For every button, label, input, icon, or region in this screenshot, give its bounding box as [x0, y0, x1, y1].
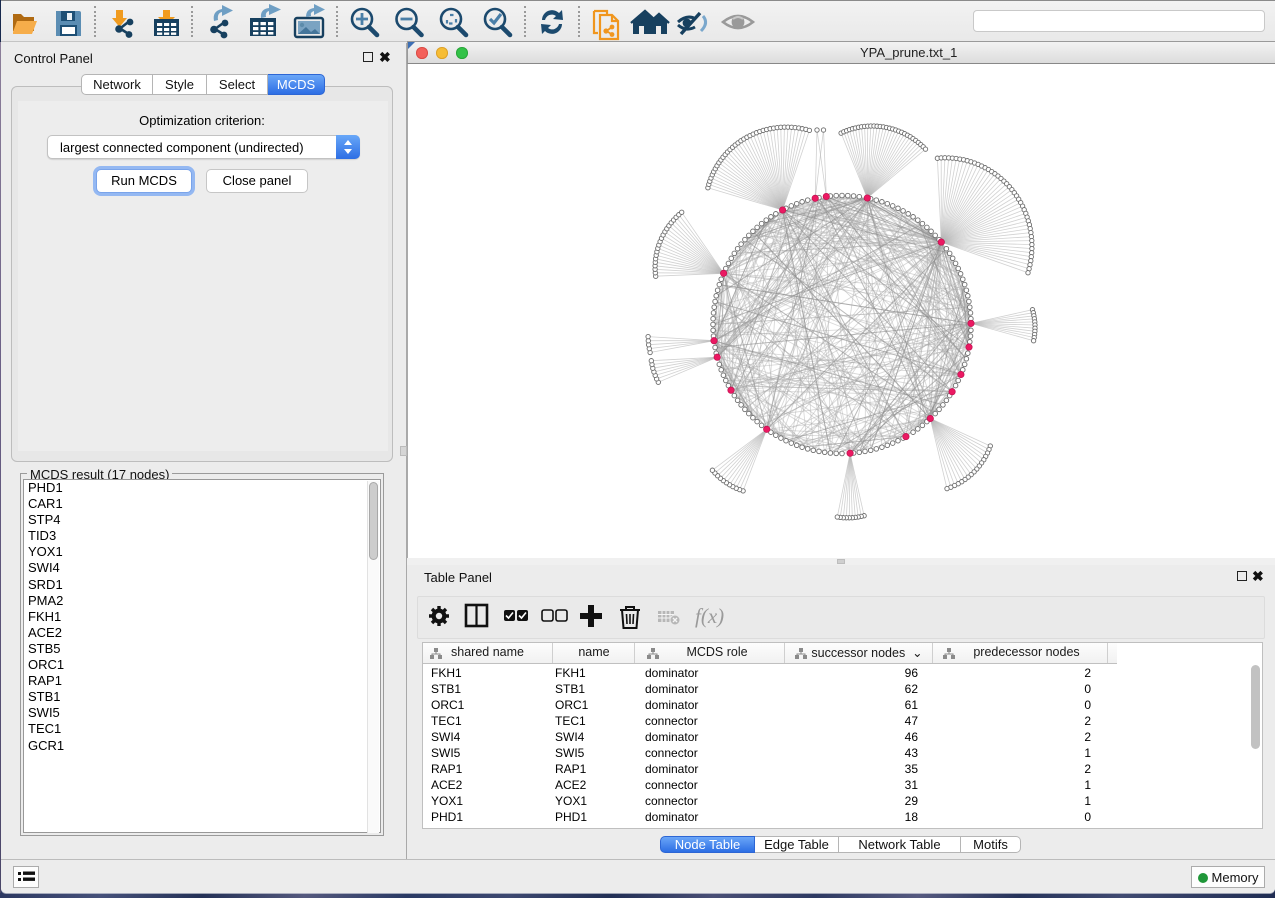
svg-text:f(x): f(x) [695, 604, 724, 628]
